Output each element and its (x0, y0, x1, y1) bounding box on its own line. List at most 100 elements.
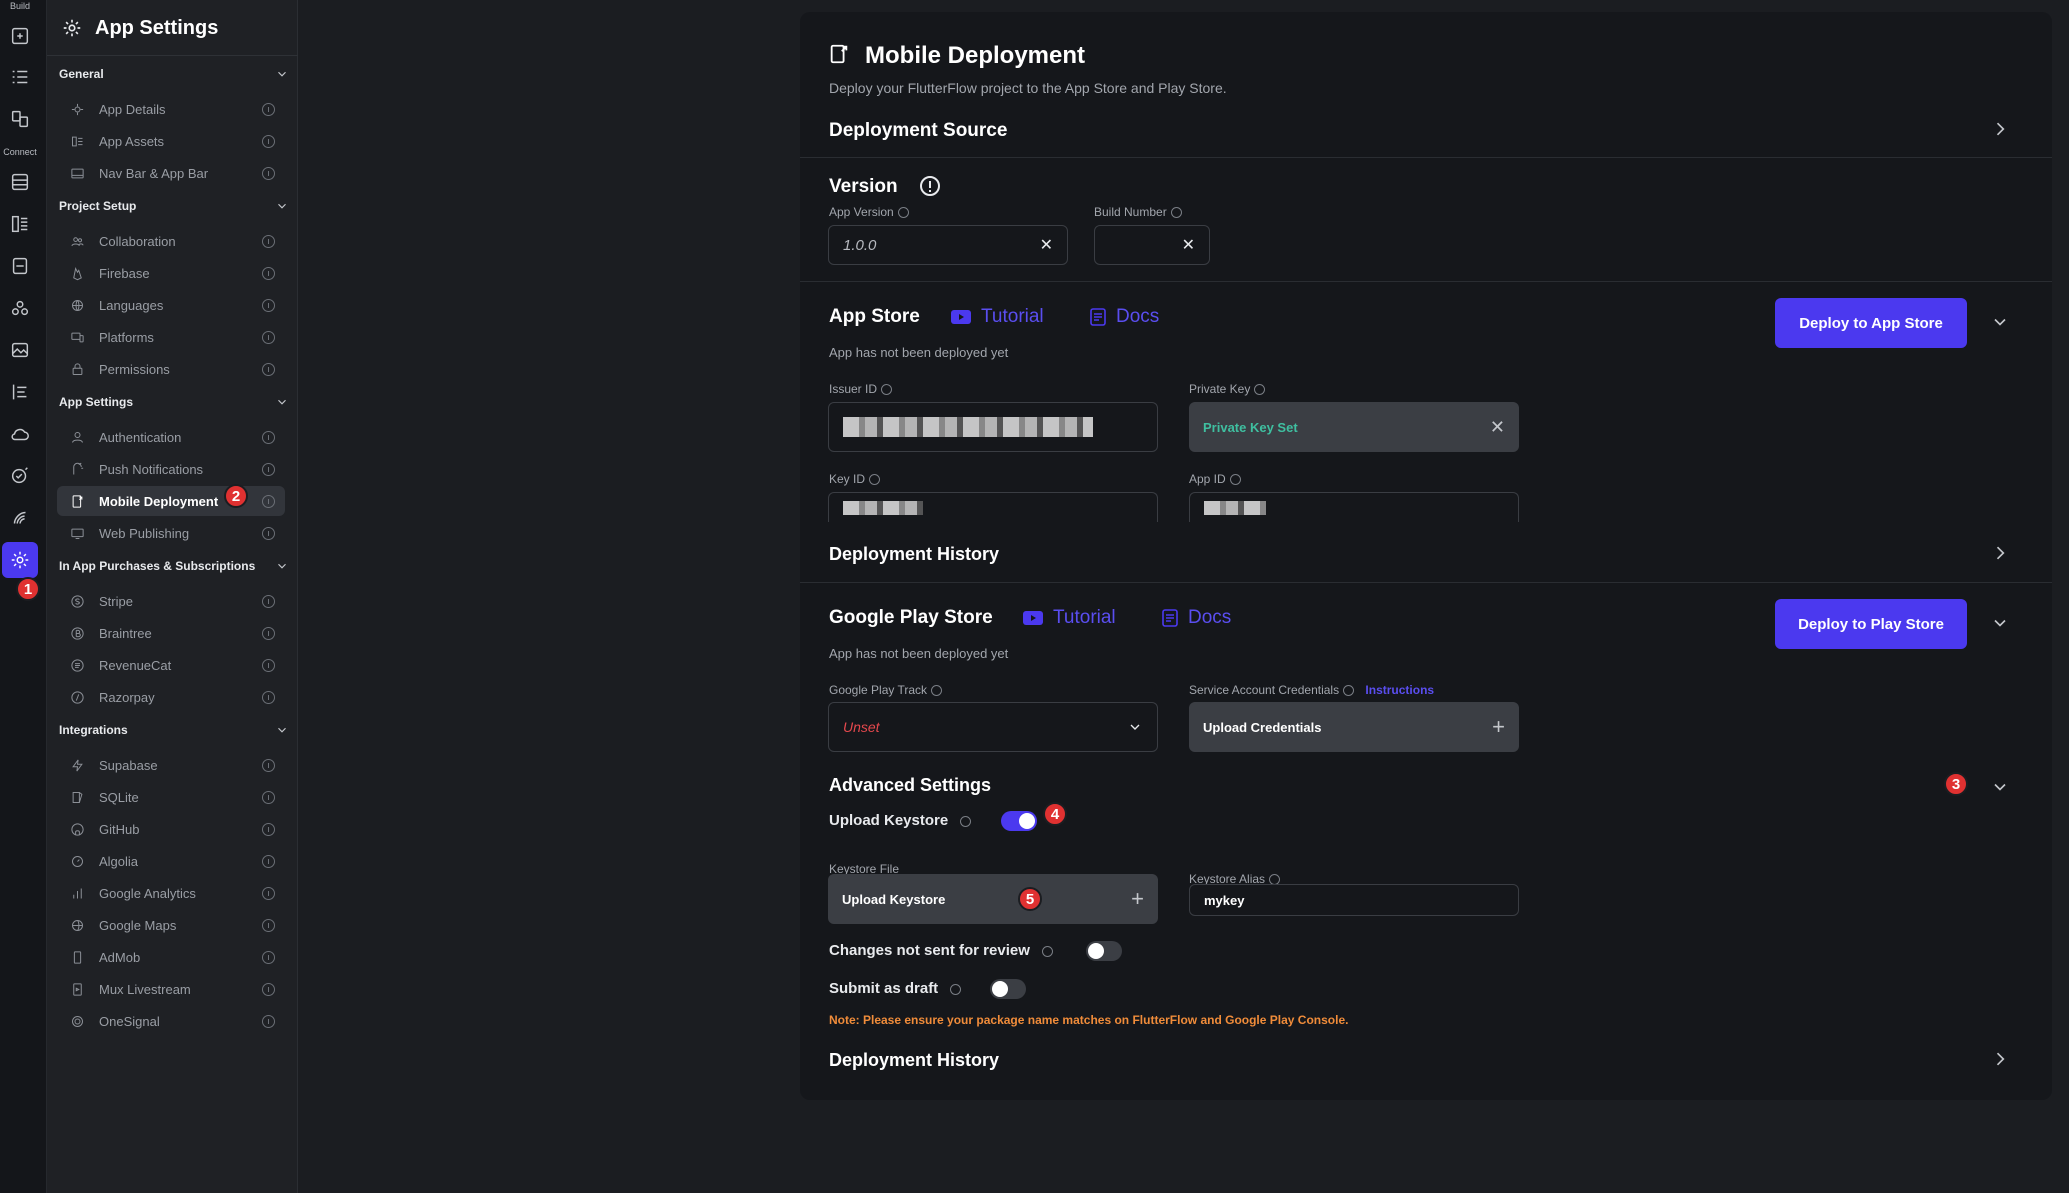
sidebar-item-stripe[interactable]: Stripe (57, 586, 285, 616)
upload-credentials-button[interactable]: Upload Credentials + (1189, 702, 1519, 752)
sidebar-item-sqlite[interactable]: SQLite (57, 782, 285, 812)
info-icon[interactable] (262, 690, 275, 704)
app-store-docs-link[interactable]: Docs (1090, 306, 1159, 328)
instructions-link[interactable]: Instructions (1365, 683, 1434, 697)
agents-icon[interactable] (6, 504, 34, 532)
play-track-select[interactable]: Unset (828, 702, 1158, 752)
key-id-input[interactable] (828, 492, 1158, 522)
clear-icon[interactable]: ✕ (1182, 235, 1195, 255)
changes-not-sent-toggle[interactable] (1086, 941, 1122, 961)
tests-icon[interactable] (6, 462, 34, 490)
app-store-tutorial-link[interactable]: Tutorial (951, 306, 1044, 328)
media-assets-icon[interactable] (6, 336, 34, 364)
sidebar-item-collaboration[interactable]: Collaboration (57, 226, 285, 256)
sidebar-item-google-analytics[interactable]: Google Analytics (57, 878, 285, 908)
issuer-id-input[interactable] (828, 402, 1158, 452)
sidebar-item-platforms[interactable]: Platforms (57, 322, 285, 352)
section-app-settings[interactable]: App Settings (59, 391, 289, 413)
chevron-right-icon[interactable] (1990, 543, 2010, 563)
info-icon[interactable] (262, 134, 275, 148)
sidebar-item-firebase[interactable]: Firebase (57, 258, 285, 288)
play-store-tutorial-link[interactable]: Tutorial (1023, 607, 1116, 629)
info-icon[interactable] (262, 462, 275, 476)
chevron-right-icon[interactable] (1990, 119, 2010, 139)
cloud-icon[interactable] (6, 420, 34, 448)
settings-gear-icon[interactable] (2, 542, 38, 578)
sidebar-item-supabase[interactable]: Supabase (57, 750, 285, 780)
app-version-input[interactable]: 1.0.0 ✕ (828, 225, 1068, 265)
info-icon[interactable] (262, 594, 275, 608)
info-icon[interactable] (262, 1014, 275, 1028)
version-info-icon[interactable] (920, 176, 940, 196)
info-icon[interactable] (262, 330, 275, 344)
sidebar-item-permissions[interactable]: Permissions (57, 354, 285, 384)
sidebar-item-admob[interactable]: AdMob (57, 942, 285, 972)
info-icon[interactable] (262, 950, 275, 964)
info-icon[interactable] (262, 494, 275, 508)
sidebar-item-app-details[interactable]: App Details (57, 94, 285, 124)
clear-icon[interactable]: ✕ (1040, 235, 1053, 255)
sidebar-item-mobile-deployment[interactable]: Mobile Deployment (57, 486, 285, 516)
sidebar-item-mux-livestream[interactable]: Mux Livestream (57, 974, 285, 1004)
chevron-down-icon[interactable] (1990, 777, 2010, 797)
sidebar-item-onesignal[interactable]: OneSignal (57, 1006, 285, 1036)
upload-keystore-toggle[interactable] (1001, 811, 1037, 831)
info-icon[interactable] (262, 102, 275, 116)
add-page-icon[interactable] (6, 22, 34, 50)
sidebar-item-languages[interactable]: Languages (57, 290, 285, 320)
section-project-setup[interactable]: Project Setup (59, 195, 289, 217)
keystore-alias-input[interactable]: mykey (1189, 884, 1519, 916)
sidebar-item-nav-bar[interactable]: Nav Bar & App Bar (57, 158, 285, 188)
app-id-input[interactable] (1189, 492, 1519, 522)
sidebar-item-authentication[interactable]: Authentication (57, 422, 285, 452)
sidebar-item-push-notifications[interactable]: Push Notifications (57, 454, 285, 484)
theme-icon[interactable] (6, 378, 34, 406)
sidebar-item-algolia[interactable]: Algolia (57, 846, 285, 876)
submit-draft-toggle[interactable] (990, 979, 1026, 999)
deploy-play-store-button[interactable]: Deploy to Play Store (1775, 599, 1967, 649)
sidebar-item-revenuecat[interactable]: RevenueCat (57, 650, 285, 680)
private-key-field[interactable]: Private Key Set ✕ (1189, 402, 1519, 452)
info-icon[interactable] (262, 886, 275, 900)
sidebar-divider (47, 55, 298, 56)
storyboard-icon[interactable] (6, 105, 34, 133)
info-icon[interactable] (262, 626, 275, 640)
deploy-app-store-button[interactable]: Deploy to App Store (1775, 298, 1967, 348)
data-types-icon[interactable] (6, 210, 34, 238)
build-number-input[interactable]: ✕ (1094, 225, 1210, 265)
info-icon[interactable] (262, 658, 275, 672)
info-icon[interactable] (262, 526, 275, 540)
info-icon[interactable] (262, 982, 275, 996)
info-icon[interactable] (262, 854, 275, 868)
info-icon[interactable] (262, 758, 275, 772)
database-icon[interactable] (6, 168, 34, 196)
sidebar-item-web-publishing[interactable]: Web Publishing (57, 518, 285, 548)
section-general[interactable]: General (59, 63, 289, 85)
info-icon[interactable] (262, 822, 275, 836)
clear-icon[interactable]: ✕ (1490, 417, 1505, 438)
sidebar-item-app-assets[interactable]: App Assets (57, 126, 285, 156)
play-store-docs-link[interactable]: Docs (1162, 607, 1231, 629)
sidebar-item-braintree[interactable]: Braintree (57, 618, 285, 648)
sidebar-item-google-maps[interactable]: Google Maps (57, 910, 285, 940)
chevron-down-icon[interactable] (1990, 613, 2010, 633)
razorpay-icon (69, 689, 85, 705)
info-icon[interactable] (262, 266, 275, 280)
info-icon[interactable] (262, 166, 275, 180)
upload-keystore-button[interactable]: Upload Keystore + (828, 874, 1158, 924)
chevron-down-icon[interactable] (1990, 312, 2010, 332)
widget-tree-icon[interactable] (6, 63, 34, 91)
chevron-right-icon[interactable] (1990, 1049, 2010, 1069)
section-integrations[interactable]: Integrations (59, 719, 289, 741)
info-icon[interactable] (262, 362, 275, 376)
sidebar-item-razorpay[interactable]: Razorpay (57, 682, 285, 712)
info-icon[interactable] (262, 430, 275, 444)
info-icon[interactable] (262, 790, 275, 804)
info-icon[interactable] (262, 918, 275, 932)
sidebar-item-github[interactable]: GitHub (57, 814, 285, 844)
custom-code-icon[interactable] (6, 294, 34, 322)
api-calls-icon[interactable] (6, 252, 34, 280)
section-in-app-purchases[interactable]: In App Purchases & Subscriptions (59, 555, 289, 577)
info-icon[interactable] (262, 298, 275, 312)
info-icon[interactable] (262, 234, 275, 248)
